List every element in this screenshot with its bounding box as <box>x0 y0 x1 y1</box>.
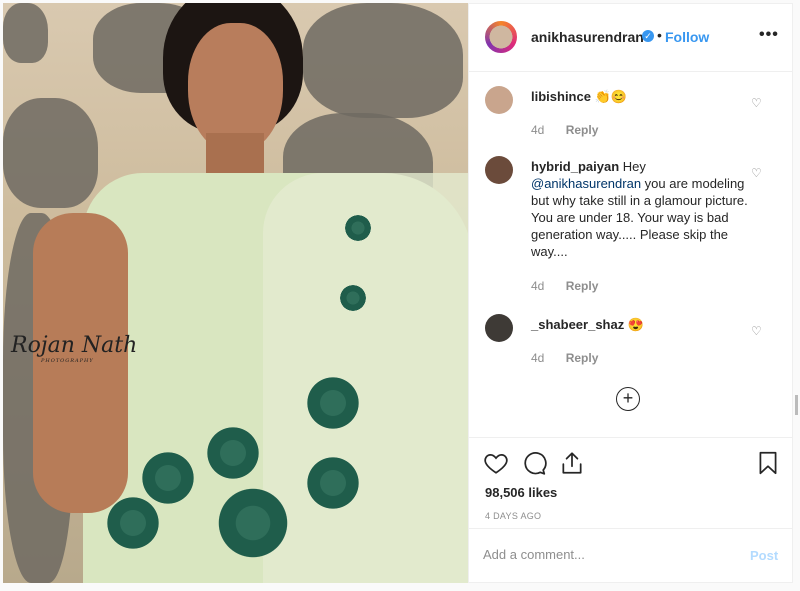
watermark-name: Rojan Nath <box>11 333 138 358</box>
avatar[interactable] <box>483 19 519 55</box>
comment-username[interactable]: hybrid_paiyan <box>531 159 619 174</box>
post-actions: 98,506 likes 4 DAYS AGO <box>469 437 794 537</box>
rock <box>3 3 48 63</box>
comment-time[interactable]: 4d <box>531 351 544 365</box>
instagram-post-window: Rojan Nath PHOTOGRAPHY anikhasurendran ✓… <box>0 0 800 591</box>
verified-badge-icon: ✓ <box>642 30 654 42</box>
like-comment-heart-icon[interactable]: ♡ <box>751 96 762 110</box>
post-header: anikhasurendran ✓ • Follow ••• <box>469 4 794 72</box>
post-username[interactable]: anikhasurendran <box>531 29 644 45</box>
flower-print <box>203 423 263 483</box>
post-image[interactable]: Rojan Nath PHOTOGRAPHY <box>3 3 468 583</box>
flower-print <box>103 493 163 553</box>
flower-print <box>213 483 293 563</box>
post-comment-button[interactable]: Post <box>750 548 778 563</box>
save-bookmark-icon[interactable] <box>755 450 781 476</box>
avatar[interactable] <box>485 86 513 114</box>
comment-content: 👏😊 <box>594 89 627 104</box>
avatar[interactable] <box>485 314 513 342</box>
flower-print <box>343 213 373 243</box>
flower-print <box>303 453 363 513</box>
like-heart-icon[interactable] <box>483 450 509 476</box>
load-more-comments-plus-icon[interactable]: + <box>616 387 640 411</box>
flower-print <box>303 373 363 433</box>
add-comment-input[interactable] <box>483 547 733 562</box>
comment-mention-link[interactable]: @anikhasurendran <box>531 176 641 191</box>
likes-count[interactable]: 98,506 likes <box>485 485 557 500</box>
comment-meta: 4d Reply <box>531 123 598 137</box>
comment-username[interactable]: libishince <box>531 89 591 104</box>
add-comment-bar: Post <box>469 528 794 584</box>
flower-print <box>338 283 368 313</box>
rock <box>303 3 463 118</box>
comment-meta: 4d Reply <box>531 351 598 365</box>
reply-button[interactable]: Reply <box>566 279 599 293</box>
more-options-icon[interactable]: ••• <box>759 26 779 44</box>
scrollbar-thumb[interactable] <box>795 395 798 415</box>
avatar[interactable] <box>485 156 513 184</box>
post-side-panel: anikhasurendran ✓ • Follow ••• libishinc… <box>468 3 794 584</box>
comment-bubble-icon[interactable] <box>521 450 547 476</box>
comment-text: hybrid_paiyan Hey @anikhasurendran you a… <box>531 158 753 260</box>
scrollbar-track[interactable] <box>793 3 800 583</box>
like-comment-heart-icon[interactable]: ♡ <box>751 166 762 180</box>
comment-time[interactable]: 4d <box>531 279 544 293</box>
reply-button[interactable]: Reply <box>566 123 599 137</box>
post-timestamp[interactable]: 4 DAYS AGO <box>485 511 541 521</box>
comment-content: 😍 <box>627 317 645 332</box>
share-icon[interactable] <box>559 450 585 476</box>
watermark-subtitle: PHOTOGRAPHY <box>41 358 94 364</box>
separator-dot: • <box>657 27 662 43</box>
reply-button[interactable]: Reply <box>566 351 599 365</box>
comment-time[interactable]: 4d <box>531 123 544 137</box>
comment-meta: 4d Reply <box>531 279 598 293</box>
comment-text: libishince 👏😊 <box>531 88 753 105</box>
comment-username[interactable]: _shabeer_shaz <box>531 317 624 332</box>
follow-button[interactable]: Follow <box>665 29 709 45</box>
like-comment-heart-icon[interactable]: ♡ <box>751 324 762 338</box>
photographer-watermark: Rojan Nath PHOTOGRAPHY <box>11 333 137 364</box>
comment-text: _shabeer_shaz 😍 <box>531 316 753 333</box>
comment-content: Hey <box>622 159 646 174</box>
rock <box>3 98 98 208</box>
